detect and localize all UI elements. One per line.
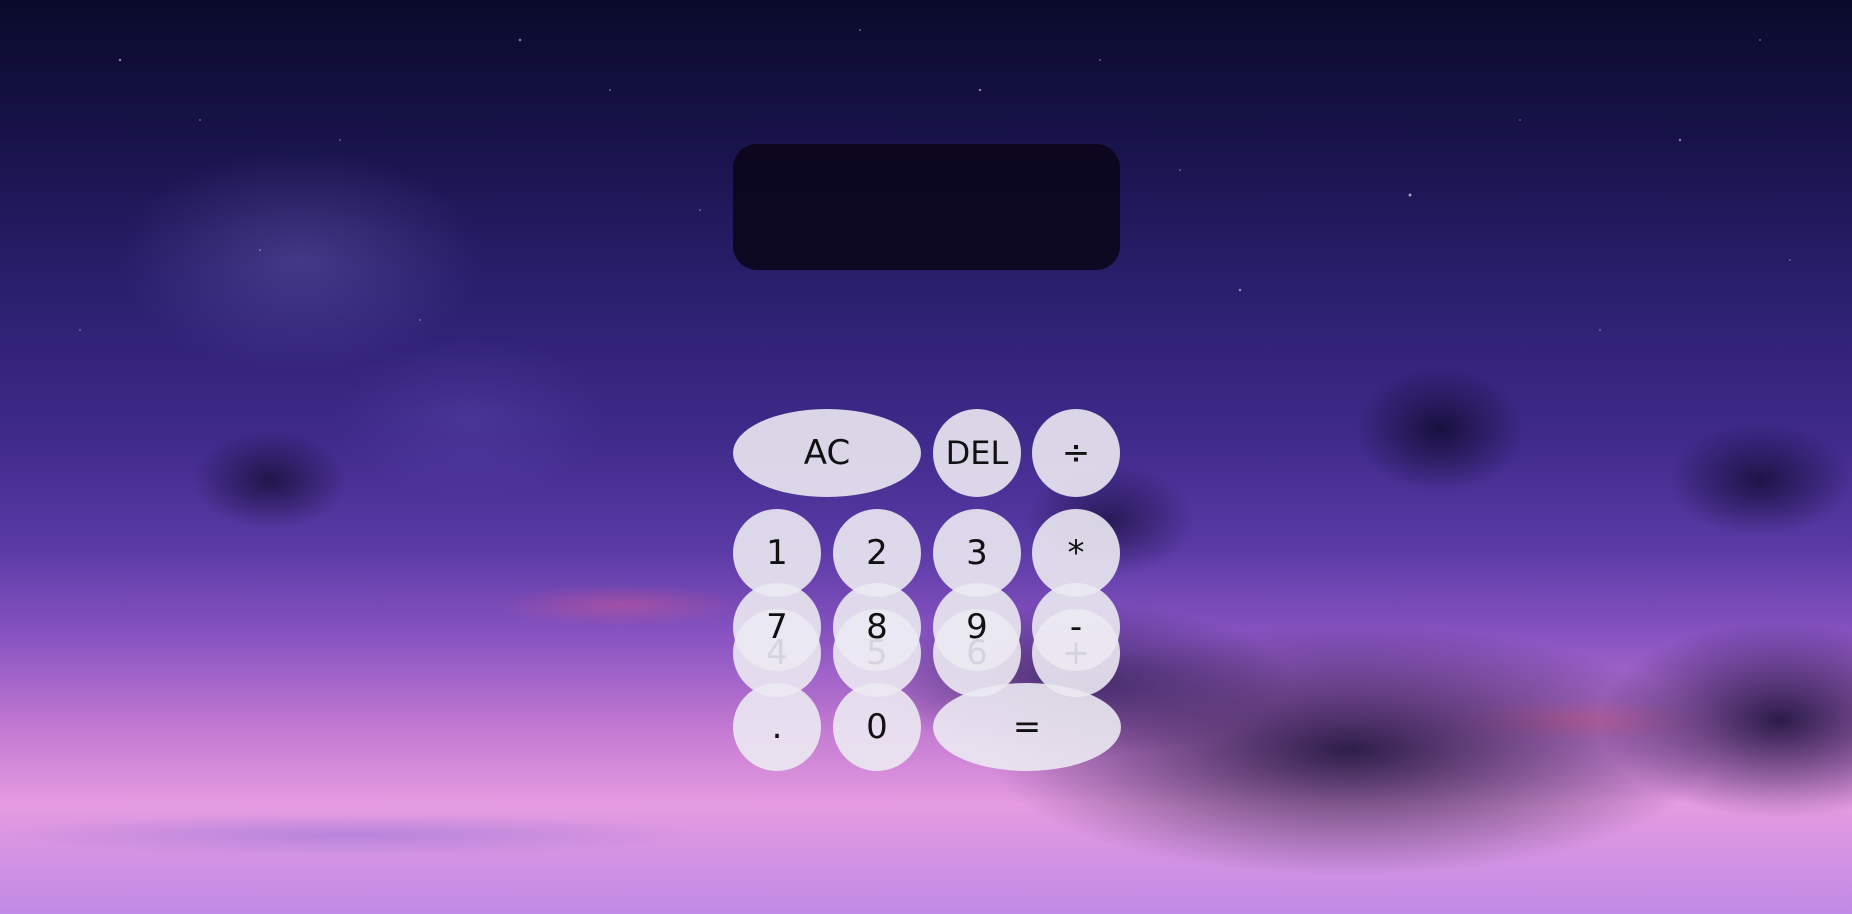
all-clear-button[interactable]: AC xyxy=(733,409,921,497)
divide-button[interactable]: ÷ xyxy=(1032,409,1120,497)
digit-9-button[interactable]: 9 xyxy=(933,583,1021,671)
minus-button[interactable]: - xyxy=(1032,583,1120,671)
digit-7-button[interactable]: 7 xyxy=(733,583,821,671)
digit-0-button[interactable]: 0 xyxy=(833,683,921,771)
equals-button[interactable]: = xyxy=(933,683,1121,771)
decimal-point-button[interactable]: . xyxy=(733,683,821,771)
digit-8-button[interactable]: 8 xyxy=(833,583,921,671)
calculator-display xyxy=(733,144,1120,270)
calculator: AC DEL ÷ 1 2 3 * 4 5 6 + xyxy=(733,144,1120,770)
delete-button[interactable]: DEL xyxy=(933,409,1021,497)
